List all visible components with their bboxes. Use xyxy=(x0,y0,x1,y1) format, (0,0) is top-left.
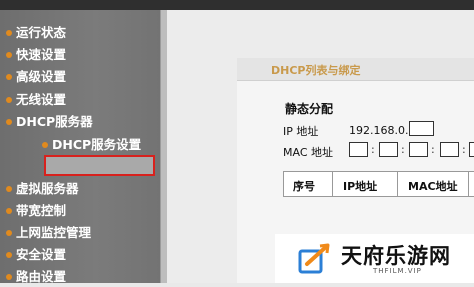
sidebar-item-monitoring[interactable]: 上网监控管理 xyxy=(6,223,91,243)
mac-separator: : xyxy=(401,143,405,156)
mac-label: MAC 地址 xyxy=(283,146,333,159)
mac-octet-4-input[interactable] xyxy=(440,142,459,157)
mac-octet-2-input[interactable] xyxy=(379,142,398,157)
sidebar-item-bandwidth[interactable]: 带宽控制 xyxy=(6,201,66,221)
sidebar-item-advanced[interactable]: 高级设置 xyxy=(6,67,66,87)
watermark-subtext: THFILM.VIP xyxy=(373,267,422,275)
bullet-icon xyxy=(6,73,12,80)
column-header-mac: MAC地址 xyxy=(408,180,458,193)
sidebar-item-security[interactable]: 安全设置 xyxy=(6,245,66,265)
column-divider xyxy=(397,172,398,196)
bullet-icon xyxy=(6,229,12,236)
highlighted-selected-submenu-item[interactable] xyxy=(44,155,155,176)
tianfu-logo-icon xyxy=(298,243,330,274)
watermark-text: 天府乐游网 xyxy=(341,244,451,268)
ip-label: IP 地址 xyxy=(283,125,319,138)
binding-table-header: 序号 IP地址 MAC地址 xyxy=(283,171,474,197)
column-header-ip: IP地址 xyxy=(343,180,378,193)
section-title-static: 静态分配 xyxy=(285,102,334,116)
bullet-icon xyxy=(6,273,12,280)
ip-prefix: 192.168.0. xyxy=(349,124,409,137)
sidebar-item-status[interactable]: 运行状态 xyxy=(6,23,66,43)
sidebar-subitem-dhcp-settings[interactable]: DHCP服务设置 xyxy=(42,135,141,155)
watermark: 天府乐游网 THFILM.VIP xyxy=(275,234,474,283)
sidebar-item-routing[interactable]: 路由设置 xyxy=(6,267,66,287)
bullet-icon xyxy=(6,51,12,58)
panel-title: DHCP列表与绑定 xyxy=(271,64,361,77)
ip-last-octet-input[interactable] xyxy=(409,121,434,136)
sidebar-item-quick-setup[interactable]: 快速设置 xyxy=(6,45,66,65)
mac-separator: : xyxy=(431,143,435,156)
bullet-icon xyxy=(42,141,48,148)
mac-separator: : xyxy=(371,143,375,156)
sidebar-divider xyxy=(160,10,167,283)
bullet-icon xyxy=(6,207,12,214)
mac-octet-3-input[interactable] xyxy=(409,142,428,157)
bullet-icon xyxy=(6,96,12,103)
bullet-icon xyxy=(6,29,12,36)
bullet-icon xyxy=(6,185,12,192)
mac-octet-5-input[interactable] xyxy=(469,142,474,157)
bullet-icon xyxy=(6,118,12,125)
mac-separator: : xyxy=(462,143,466,156)
column-divider xyxy=(468,172,469,196)
bullet-icon xyxy=(6,251,12,258)
sidebar-item-virtual-server[interactable]: 虚拟服务器 xyxy=(6,179,79,199)
window-top-strip xyxy=(0,0,474,10)
sidebar-item-wireless[interactable]: 无线设置 xyxy=(6,90,66,110)
column-header-index: 序号 xyxy=(293,180,315,193)
sidebar-item-dhcp-server[interactable]: DHCP服务器 xyxy=(6,112,93,132)
column-divider xyxy=(332,172,333,196)
mac-octet-1-input[interactable] xyxy=(349,142,368,157)
panel-header: DHCP列表与绑定 xyxy=(237,58,474,81)
